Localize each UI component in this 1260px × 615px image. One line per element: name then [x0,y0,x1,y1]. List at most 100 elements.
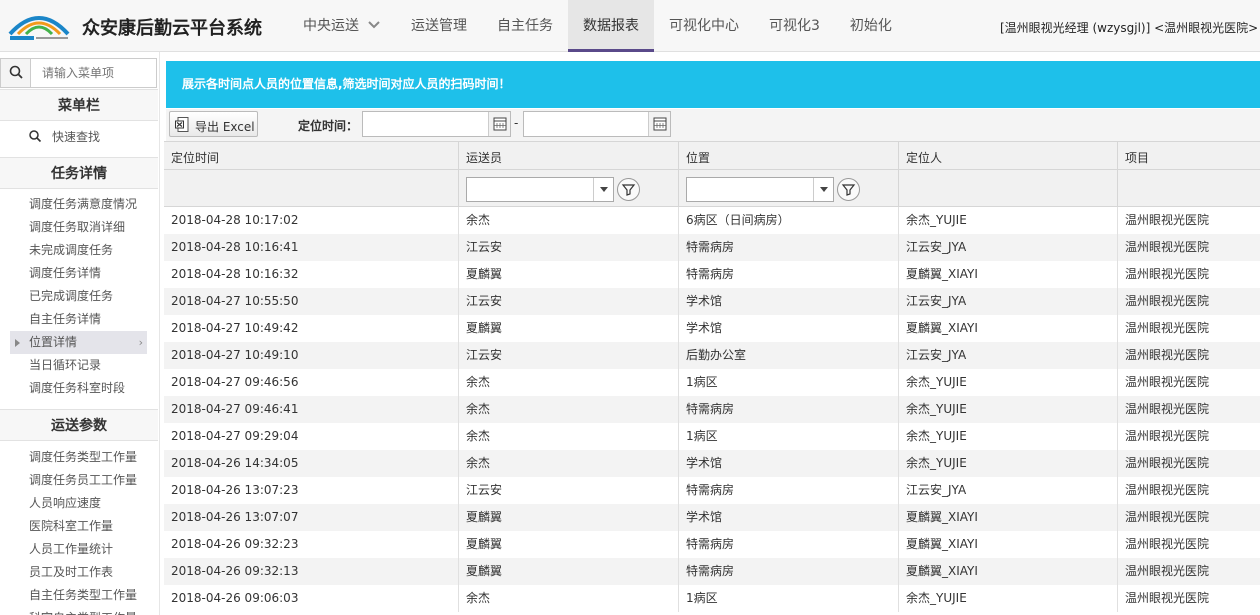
nav-item-6[interactable]: 初始化 [835,0,907,52]
table-cell: 夏麟翼_XIAYI [899,261,1118,288]
sidebar-item[interactable]: 员工及时工作表 [0,561,159,584]
table-cell: 江云安_JYA [899,342,1118,369]
sidebar-item[interactable]: 人员工作量统计 [0,538,159,561]
table-cell: 2018-04-26 09:06:03 [164,585,459,612]
table-cell: 夏麟翼_XIAYI [899,315,1118,342]
search-icon [29,130,42,143]
search-icon[interactable] [1,59,31,87]
table-cell: 学术馆 [679,450,899,477]
sidebar-item[interactable]: 调度任务科室时段 [0,377,159,400]
sidebar-item[interactable]: 自主任务详情 [0,308,159,331]
table-row[interactable]: 2018-04-26 14:34:05 余杰 学术馆 余杰_YUJIE 温州眼视光医院 [164,450,1260,477]
nav-item-3[interactable]: 数据报表 [568,0,654,52]
excel-icon [175,117,189,132]
table-row[interactable]: 2018-04-27 09:46:56 余杰 1病区 余杰_YUJIE 温州眼视光医院 [164,369,1260,396]
column-header[interactable]: 运送员 [459,142,679,169]
sidebar-item[interactable]: 未完成调度任务 [0,239,159,262]
table-cell: 江云安 [459,234,679,261]
date-to-input[interactable] [524,112,647,136]
menu-search-input[interactable] [32,59,156,87]
table-cell: 夏麟翼 [459,558,679,585]
sidebar-item-label: 自主任务详情 [29,312,102,326]
nav-item-0[interactable]: 中央运送 [288,0,396,52]
sidebar-item[interactable]: 科室自主类型工作量 [0,607,159,615]
table-row[interactable]: 2018-04-26 09:32:13 夏麟翼 特需病房 夏麟翼_XIAYI 温州眼视光… [164,558,1260,585]
sidebar-item[interactable]: 人员响应速度 [0,492,159,515]
date-from-input[interactable] [363,112,487,136]
calendar-icon[interactable] [648,112,670,136]
table-row[interactable]: 2018-04-26 13:07:07 夏麟翼 学术馆 夏麟翼_XIAYI 温州眼视光医… [164,504,1260,531]
column-header[interactable]: 定位时间 [164,142,459,169]
nav-item-4[interactable]: 可视化中心 [654,0,754,52]
sidebar-item[interactable]: 调度任务取消详细 [0,216,159,239]
sidebar-item[interactable]: 调度任务详情 [0,262,159,285]
table-row[interactable]: 2018-04-27 09:29:04 余杰 1病区 余杰_YUJIE 温州眼视光医院 [164,423,1260,450]
table-cell: 夏麟翼 [459,261,679,288]
sidebar-item[interactable]: 调度任务员工工作量 [0,469,159,492]
sidebar-item[interactable]: 当日循环记录 [0,354,159,377]
sidebar: 菜单栏 快速查找 任务详情 调度任务满意度情况调度任务取消详细未完成调度任务调度… [0,52,160,615]
table-cell: 2018-04-28 10:17:02 [164,207,459,234]
table-row[interactable]: 2018-04-27 10:49:42 夏麟翼 学术馆 夏麟翼_XIAYI 温州眼视光医… [164,315,1260,342]
sidebar-item[interactable]: 医院科室工作量 [0,515,159,538]
sidebar-item-label: 未完成调度任务 [29,243,114,257]
transport-params-menu: 调度任务类型工作量 调度任务员工工作量 人员响应速度 医院科室工作量 人员工作量统计 员工… [0,446,159,615]
nav-item-label: 可视化中心 [669,18,739,34]
export-excel-button[interactable]: 导出 Excel [169,111,258,137]
table-row[interactable]: 2018-04-26 13:07:23 江云安 特需病房 江云安_JYA 温州眼视光医院 [164,477,1260,504]
courier-filter-select[interactable] [466,177,614,202]
location-grid: 定位时间 运送员 位置 定位人 项目 2018-04-28 10:17:02 余杰 6病区（… [164,141,1260,615]
nav-item-5[interactable]: 可视化3 [754,0,835,52]
nav-item-2[interactable]: 自主任务 [482,0,568,52]
top-nav: 中央运送 运送管理 自主任务 数据报表 可视化中心 可视化3 初始化 [288,0,907,52]
table-cell: 温州眼视光医院 [1125,510,1210,524]
quick-find-label: 快速查找 [52,130,101,144]
nav-item-label: 可视化3 [769,18,820,34]
table-cell: 温州眼视光医院 [1125,564,1210,578]
table-cell: 2018-04-27 09:46:41 [164,396,459,423]
table-cell: 2018-04-27 09:46:56 [164,369,459,396]
calendar-icon[interactable] [488,112,510,136]
sidebar-item[interactable]: 自主任务类型工作量 [0,584,159,607]
table-row[interactable]: 2018-04-26 09:32:23 夏麟翼 特需病房 夏麟翼_XIAYI 温州眼视光… [164,531,1260,558]
table-cell: 温州眼视光医院 [1125,402,1210,416]
table-cell: 余杰_YUJIE [899,423,1118,450]
quick-find-link[interactable]: 快速查找 [28,128,100,145]
table-cell: 温州眼视光医院 [1125,483,1210,497]
table-row[interactable]: 2018-04-28 10:17:02 余杰 6病区（日间病房） 余杰_YUJIE 温州… [164,207,1260,234]
chevron-down-icon [367,1,381,53]
table-cell: 江云安_JYA [899,477,1118,504]
courier-filter-button[interactable] [617,178,640,201]
table-cell: 2018-04-27 10:49:10 [164,342,459,369]
table-row[interactable]: 2018-04-27 10:55:50 江云安 学术馆 江云安_JYA 温州眼视光医院 [164,288,1260,315]
sidebar-item[interactable]: 调度任务满意度情况 [0,193,159,216]
location-filter-select[interactable] [686,177,834,202]
column-header-label: 运送员 [466,151,503,165]
table-row[interactable]: 2018-04-27 10:49:10 江云安 后勤办公室 江云安_JYA 温州眼视光医… [164,342,1260,369]
location-filter-button[interactable] [837,178,860,201]
table-cell: 余杰 [459,585,679,612]
sidebar-item[interactable]: 位置详情 › [10,331,147,354]
column-header[interactable]: 定位人 [899,142,1118,169]
table-cell: 余杰 [459,369,679,396]
sidebar-item[interactable]: 已完成调度任务 [0,285,159,308]
table-row[interactable]: 2018-04-28 10:16:41 江云安 特需病房 江云安_JYA 温州眼视光医院 [164,234,1260,261]
date-from-field [362,111,511,137]
grid-body: 2018-04-28 10:17:02 余杰 6病区（日间病房） 余杰_YUJIE 温州… [164,207,1260,612]
column-header[interactable]: 位置 [679,142,899,169]
table-cell: 特需病房 [679,477,899,504]
table-cell: 学术馆 [679,504,899,531]
table-row[interactable]: 2018-04-27 09:46:41 余杰 特需病房 余杰_YUJIE 温州眼视光医院 [164,396,1260,423]
sidebar-item[interactable]: 调度任务类型工作量 [0,446,159,469]
table-row[interactable]: 2018-04-26 09:06:03 余杰 1病区 余杰_YUJIE 温州眼视光医院 [164,585,1260,612]
table-cell: 2018-04-27 10:49:42 [164,315,459,342]
sidebar-item-label: 当日循环记录 [29,358,102,372]
chevron-down-icon [813,178,833,201]
table-cell: 江云安 [459,288,679,315]
table-cell: 2018-04-28 10:16:41 [164,234,459,261]
nav-item-1[interactable]: 运送管理 [396,0,482,52]
column-header[interactable]: 项目 [1118,142,1260,169]
table-cell: 余杰_YUJIE [899,450,1118,477]
table-row[interactable]: 2018-04-28 10:16:32 夏麟翼 特需病房 夏麟翼_XIAYI 温州眼视光… [164,261,1260,288]
user-info[interactable]: [温州眼视光经理 (wzysgjl)] <温州眼视光医院> 项 [1000,19,1260,36]
